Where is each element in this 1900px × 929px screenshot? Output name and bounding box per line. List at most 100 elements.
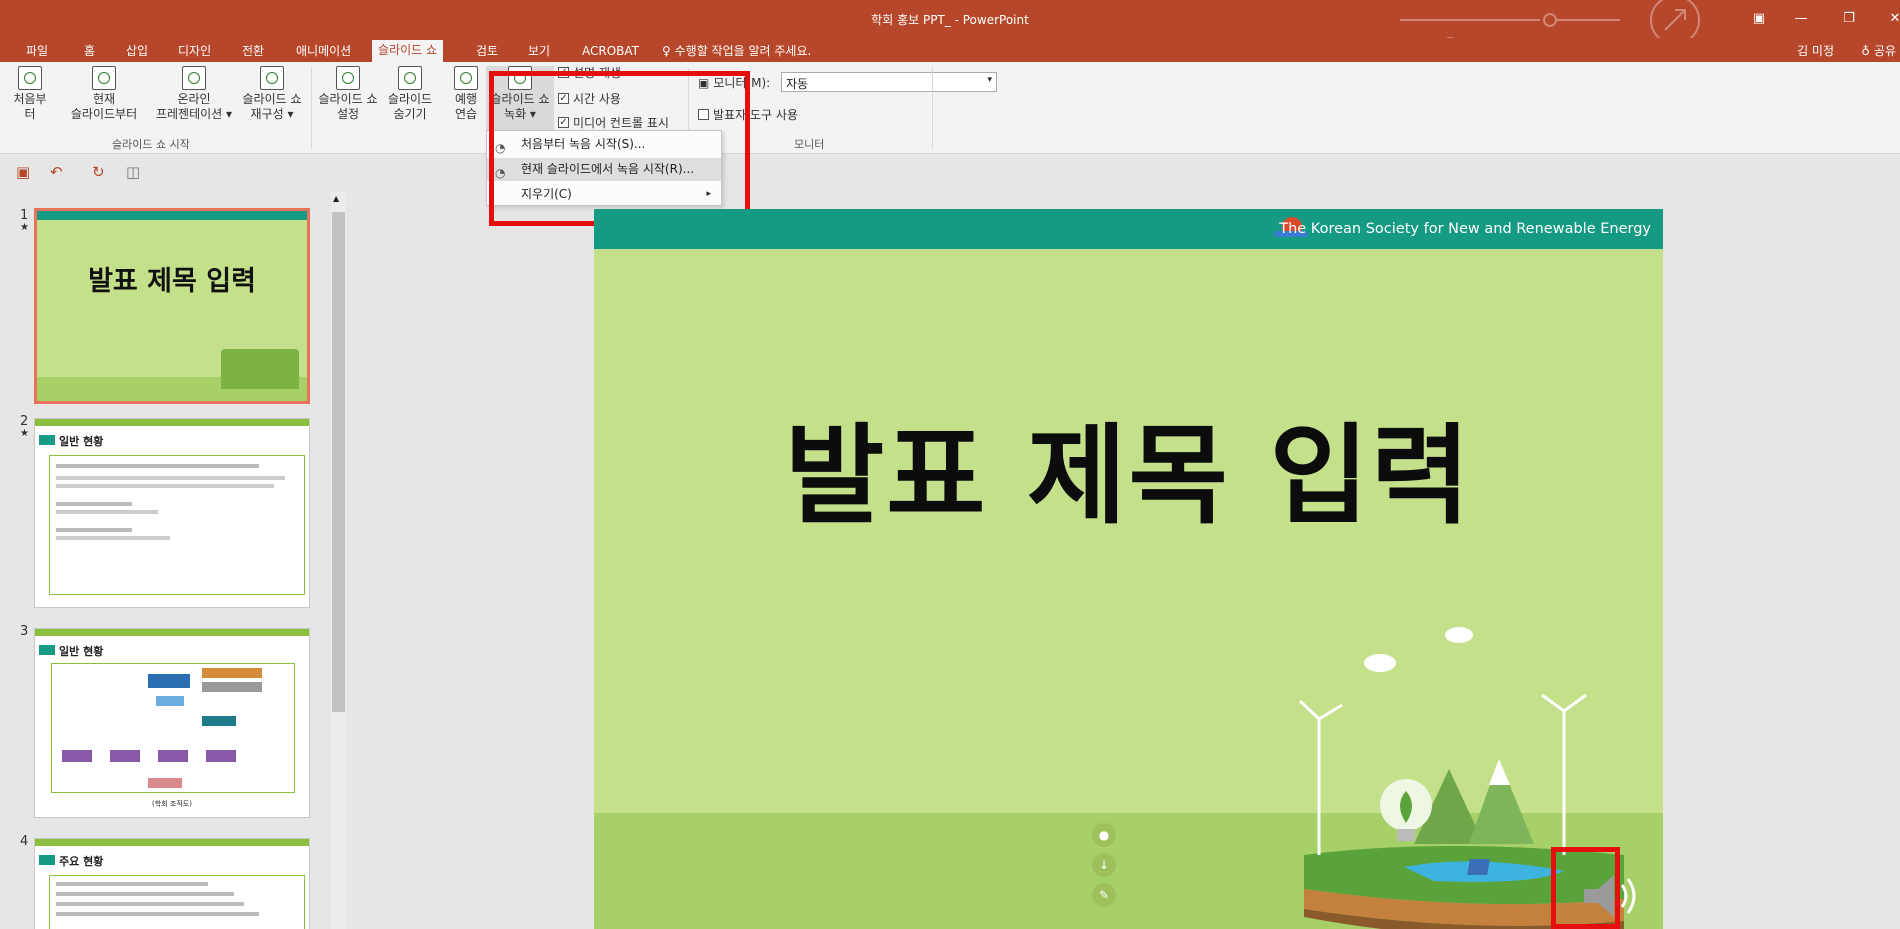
org-row xyxy=(62,750,252,762)
tab-view[interactable]: 보기 xyxy=(522,42,556,62)
tab-slide-show[interactable]: 슬라이드 쇼 xyxy=(372,40,444,62)
thumb-title: 주요 현황 xyxy=(39,853,103,869)
thumb-title-text: 주요 현황 xyxy=(59,855,104,868)
pen-icon: ✎ xyxy=(1092,883,1116,907)
thumb-header-band xyxy=(35,419,309,426)
custom-show-button[interactable]: 슬라이드 쇼 재구성 ▾ xyxy=(238,66,306,122)
ribbon-tabs: 파일 홈 삽입 디자인 전환 애니메이션 슬라이드 쇼 검토 보기 ACROBA… xyxy=(0,38,1900,62)
org-box xyxy=(158,750,188,762)
tab-acrobat[interactable]: ACROBAT xyxy=(576,42,645,62)
from-current-label-1: 현재 xyxy=(92,92,116,106)
from-beginning-label: 처음부터 xyxy=(13,92,47,121)
animation-star-icon: ★ xyxy=(20,428,29,439)
custom-show-label-2: 재구성 ▾ xyxy=(250,107,294,121)
thumb-title-text: 일반 현황 xyxy=(59,435,104,448)
title-marker xyxy=(39,645,55,655)
thumb-title-text: 일반 현황 xyxy=(59,645,104,658)
slide-thumbnail-1[interactable]: 발표 제목 입력 xyxy=(34,208,310,404)
thumb-header-band xyxy=(35,629,309,636)
tab-transitions[interactable]: 전환 xyxy=(236,42,270,62)
save-icon[interactable]: ▣ xyxy=(16,163,30,181)
text-line xyxy=(56,912,260,916)
rehearse-label-2: 연습 xyxy=(454,107,478,121)
slide-thumbnail-3[interactable]: 일반 현황 (학회 조직도) xyxy=(34,628,310,818)
text-line xyxy=(56,892,234,896)
setup-label-1: 슬라이드 쇼 xyxy=(318,92,378,106)
undo-icon[interactable]: ↶ xyxy=(50,163,63,181)
highlight-box-record-menu xyxy=(489,71,750,226)
text-line xyxy=(56,882,209,886)
setup-icon xyxy=(336,66,360,90)
title-marker xyxy=(39,855,55,865)
monitor-select[interactable]: 자동 ▾ xyxy=(781,72,997,92)
text-line xyxy=(56,484,275,488)
org-box xyxy=(202,716,236,726)
monitor-select-value: 자동 xyxy=(786,77,809,91)
slide-title[interactable]: 발표 제목 입력 xyxy=(594,389,1663,545)
slide-number: 2 xyxy=(20,414,29,429)
slide-number: 3 xyxy=(20,624,29,639)
start-from-beginning-icon[interactable]: ◫ xyxy=(126,163,140,181)
custom-show-icon xyxy=(260,66,284,90)
highlight-box-audio xyxy=(1551,847,1620,929)
present-online-button[interactable]: 온라인 프레젠테이션 ▾ xyxy=(148,66,240,122)
org-box xyxy=(110,750,140,762)
thumb-title: 발표 제목 입력 xyxy=(88,266,256,297)
user-name[interactable]: 김 미정 xyxy=(1797,42,1834,59)
tab-home[interactable]: 홈 xyxy=(78,42,101,62)
org-box xyxy=(156,696,184,706)
thumb-header-band xyxy=(37,211,307,220)
thumb-header-band xyxy=(35,839,309,846)
animation-star-icon: ★ xyxy=(20,222,29,233)
thumbnail-scrollbar[interactable]: ▲ xyxy=(331,192,346,929)
restore-button[interactable]: ❐ xyxy=(1834,8,1864,28)
tab-file[interactable]: 파일 xyxy=(20,42,54,62)
ribbon-slide-show: 처음부터 현재 슬라이드부터 온라인 프레젠테이션 ▾ 슬라이드 쇼 재구성 ▾… xyxy=(0,62,1900,154)
close-button[interactable]: ✕ xyxy=(1880,8,1900,28)
slide-thumbnail-4[interactable]: 주요 현황 xyxy=(34,838,310,929)
chevron-down-icon: ▾ xyxy=(987,75,992,85)
tab-review[interactable]: 검토 xyxy=(470,42,504,62)
group-label-start: 슬라이드 쇼 시작 xyxy=(112,138,190,151)
org-box xyxy=(206,750,236,762)
minimize-button[interactable]: — xyxy=(1786,8,1816,28)
bulb-icon: ● xyxy=(1092,823,1116,847)
share-button[interactable]: ♁ 공유 xyxy=(1861,42,1896,59)
tab-insert[interactable]: 삽입 xyxy=(120,42,154,62)
org-box xyxy=(148,674,190,688)
scroll-up-icon[interactable]: ▲ xyxy=(333,194,339,203)
from-current-label-2: 슬라이드부터 xyxy=(70,107,138,121)
redo-icon[interactable]: ↻ xyxy=(92,163,105,181)
quick-access-toolbar: ▣ ↶ ↻ ◫ xyxy=(0,154,1900,192)
scrollbar-thumb[interactable] xyxy=(332,212,345,712)
tab-design[interactable]: 디자인 xyxy=(172,42,217,62)
org-box xyxy=(148,778,182,788)
ribbon-display-options-icon[interactable]: ▣ xyxy=(1744,8,1774,28)
custom-show-label-1: 슬라이드 쇼 xyxy=(242,92,302,106)
rehearse-timings-button[interactable]: 예행 연습 xyxy=(448,66,484,122)
hide-slide-button[interactable]: 슬라이드 숨기기 xyxy=(380,66,440,122)
tell-me-box[interactable]: ♀ 수행할 작업을 알려 주세요. xyxy=(662,42,811,59)
rehearse-label-1: 예행 xyxy=(454,92,478,106)
group-separator xyxy=(311,68,312,148)
hide-label-2: 숨기기 xyxy=(393,107,427,121)
hide-label-1: 슬라이드 xyxy=(387,92,433,106)
text-line xyxy=(56,528,133,532)
thumb-title: 일반 현황 xyxy=(39,433,103,449)
slide-canvas[interactable]: The Korean Society for New and Renewable… xyxy=(594,209,1663,929)
org-chart-frame xyxy=(51,663,295,793)
text-line xyxy=(56,902,244,906)
slide-thumbnail-2[interactable]: 일반 현황 xyxy=(34,418,310,608)
slide-number: 4 xyxy=(20,834,29,849)
from-beginning-button[interactable]: 처음부터 xyxy=(8,66,52,122)
slideshow-start-icon xyxy=(18,66,42,90)
present-online-label-2: 프레젠테이션 ▾ xyxy=(155,107,233,121)
tab-animations[interactable]: 애니메이션 xyxy=(290,42,357,62)
content-frame xyxy=(49,455,305,595)
current-slide-icon xyxy=(92,66,116,90)
setup-label-2: 설정 xyxy=(336,107,360,121)
set-up-slide-show-button[interactable]: 슬라이드 쇼 설정 xyxy=(314,66,382,122)
hide-slide-icon xyxy=(398,66,422,90)
from-current-slide-button[interactable]: 현재 슬라이드부터 xyxy=(64,66,144,122)
arrow-down-icon: ↓ xyxy=(1092,853,1116,877)
